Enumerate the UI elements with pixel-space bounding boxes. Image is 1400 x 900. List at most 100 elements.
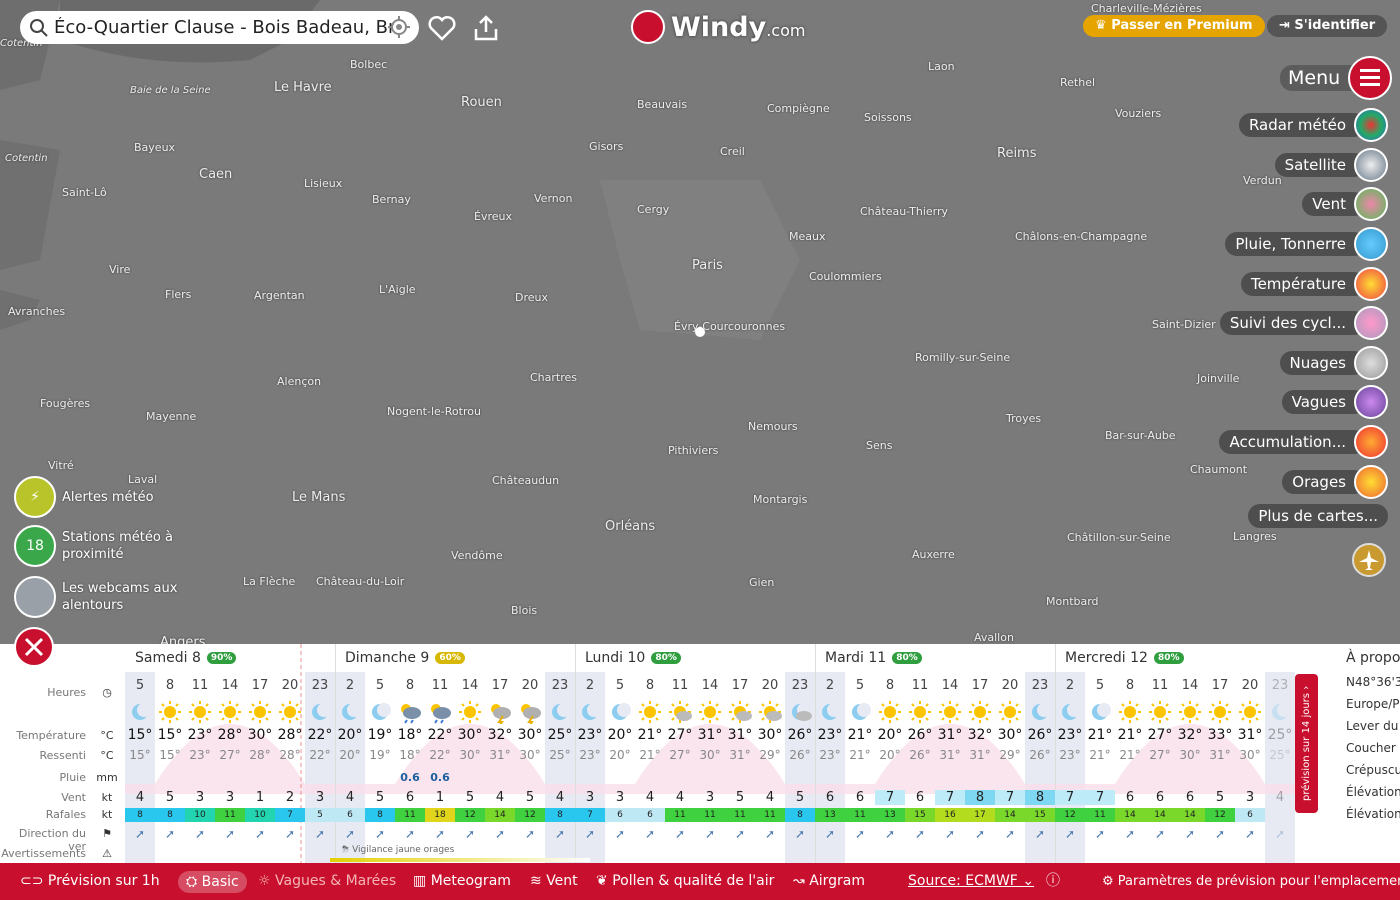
stations-button[interactable]: 18 Stations météo à proximité bbox=[14, 525, 192, 567]
wind-cell: 5 bbox=[795, 790, 805, 805]
weather-map[interactable]: Cotentin Baie de la Seine Le Havre Bolbec Ro… bbox=[0, 0, 1400, 644]
login-button[interactable]: ⇥ S'identifier bbox=[1267, 15, 1388, 37]
forecast-1h-button[interactable]: ⊂⊃ Prévision sur 1h bbox=[20, 863, 160, 900]
settings-button[interactable]: ⚙ Paramètres de prévision pour l'emplace… bbox=[1102, 863, 1400, 900]
weather-sun-icon bbox=[635, 700, 665, 724]
locate-icon[interactable] bbox=[387, 15, 411, 43]
confidence-badge: 60% bbox=[435, 652, 465, 664]
gust-cell: 14 bbox=[485, 808, 515, 822]
wind-direction-arrow-icon: ➚ bbox=[524, 827, 536, 841]
wind-cell: 5 bbox=[1215, 790, 1225, 805]
airgram-tab[interactable]: ↝ Airgram bbox=[793, 863, 865, 900]
info-icon[interactable]: ⓘ bbox=[1046, 863, 1060, 900]
row-label-rain: Pluie bbox=[59, 771, 87, 784]
hour-cell: 17 bbox=[731, 678, 749, 693]
favorite-heart-icon[interactable] bbox=[425, 11, 459, 45]
hour-cell: 2 bbox=[1065, 678, 1075, 693]
wind-direction-arrow-icon: ➚ bbox=[794, 827, 806, 841]
day-header[interactable]: Mercredi 12 80% bbox=[1065, 650, 1184, 666]
waves-layer[interactable]: Vagues bbox=[1281, 384, 1388, 420]
row-label-gusts: Rafales bbox=[45, 808, 86, 821]
temperature-cell: 21° bbox=[637, 727, 663, 743]
more-maps-button[interactable]: Plus de cartes... bbox=[1248, 498, 1388, 534]
accumulation-layer[interactable]: Accumulation... bbox=[1219, 424, 1388, 460]
layer-label: Accumulation... bbox=[1219, 430, 1366, 454]
feels-like-cell: 27° bbox=[219, 748, 241, 762]
cyclone-layer-icon bbox=[1354, 306, 1388, 340]
hour-cell: 8 bbox=[405, 678, 415, 693]
gust-cell: 15 bbox=[1025, 808, 1055, 822]
webcams-button[interactable]: Les webcams aux alentours bbox=[14, 576, 192, 618]
source-select[interactable]: Source: ECMWF ⌄ bbox=[908, 863, 1034, 900]
basic-tab[interactable]: ⛭ Basic bbox=[178, 871, 247, 893]
day-header[interactable]: Lundi 10 80% bbox=[585, 650, 681, 666]
weather-storm-icon bbox=[515, 700, 545, 726]
day-header[interactable]: Dimanche 9 60% bbox=[345, 650, 465, 666]
brand-name: Windy bbox=[671, 11, 767, 43]
wind-direction-arrow-icon: ➚ bbox=[1184, 827, 1196, 841]
temperature-layer[interactable]: Température bbox=[1240, 266, 1388, 302]
gust-cell: 10 bbox=[245, 808, 275, 822]
map-label: Lisieux bbox=[304, 177, 343, 190]
map-label: Bayeux bbox=[134, 141, 176, 154]
meteogram-icon: ▥ bbox=[413, 873, 431, 889]
day-name: Mercredi 12 bbox=[1065, 650, 1148, 666]
wind-tab[interactable]: ≋ Vent bbox=[530, 863, 578, 900]
share-icon[interactable] bbox=[469, 11, 503, 45]
satellite-layer[interactable]: Satellite bbox=[1274, 147, 1388, 183]
hour-cell: 2 bbox=[345, 678, 355, 693]
temperature-cell: 26° bbox=[1027, 727, 1053, 743]
map-label: Bolbec bbox=[350, 58, 388, 71]
radar-layer-icon bbox=[1354, 108, 1388, 142]
premium-button[interactable]: ♛ Passer en Premium bbox=[1083, 15, 1265, 37]
map-label: La Flèche bbox=[243, 575, 296, 588]
location-info-item: Élévation bbox=[1346, 807, 1400, 821]
gust-cell: 13 bbox=[875, 808, 905, 822]
day-header[interactable]: Samedi 8 90% bbox=[135, 650, 237, 666]
hour-cell: 5 bbox=[855, 678, 865, 693]
map-label: Évry-Courcouronnes bbox=[674, 320, 786, 333]
map-label: Coulommiers bbox=[809, 270, 882, 283]
map-label: Châlons-en-Champagne bbox=[1015, 230, 1148, 243]
wind-cell: 5 bbox=[735, 790, 745, 805]
menu-button[interactable]: Menu bbox=[1280, 56, 1393, 100]
location-pin[interactable] bbox=[695, 327, 705, 337]
feels-like-cell: 29° bbox=[759, 748, 781, 762]
search-input[interactable] bbox=[54, 17, 394, 38]
search-bar[interactable] bbox=[20, 11, 419, 44]
wind-direction-arrow-icon: ➚ bbox=[944, 827, 956, 841]
weather-alerts-button[interactable]: ⚡ Alertes météo bbox=[14, 476, 192, 518]
pollen-tab[interactable]: ❦ Pollen & qualité de l'air bbox=[596, 863, 774, 900]
clouds-layer[interactable]: Nuages bbox=[1279, 345, 1388, 381]
wind-cell: 4 bbox=[555, 790, 565, 805]
alert-icon: ⚡ bbox=[14, 476, 56, 518]
temperature-cell: 30° bbox=[757, 727, 783, 743]
rain-thunder-layer[interactable]: Pluie, Tonnerre bbox=[1225, 226, 1388, 262]
gust-cell: 8 bbox=[365, 808, 395, 822]
weather-moon-icon bbox=[575, 700, 605, 724]
map-label: Creil bbox=[720, 145, 745, 158]
temperature-cell: 27° bbox=[667, 727, 693, 743]
temperature-cell: 23° bbox=[1057, 727, 1083, 743]
wind-cell: 1 bbox=[255, 790, 265, 805]
airplane-icon[interactable] bbox=[1352, 543, 1386, 577]
hour-cell: 17 bbox=[491, 678, 509, 693]
cyclone-layer[interactable]: Suivi des cycl... bbox=[1219, 305, 1388, 341]
windy-logo[interactable]: Windy.com bbox=[631, 10, 805, 44]
gust-cell: 14 bbox=[1175, 808, 1205, 822]
feels-like-cell: 25° bbox=[549, 748, 571, 762]
feels-like-cell: 20° bbox=[339, 748, 361, 762]
storms-layer[interactable]: Orages bbox=[1282, 464, 1388, 500]
day-header[interactable]: Mardi 11 80% bbox=[825, 650, 922, 666]
feels-like-cell: 30° bbox=[699, 748, 721, 762]
close-forecast-icon[interactable] bbox=[14, 627, 54, 667]
map-label: Charleville-Mézières bbox=[1091, 2, 1202, 15]
wind-direction-arrow-icon: ➚ bbox=[644, 827, 656, 841]
wind-cell: 4 bbox=[765, 790, 775, 805]
forecast-14days-tab[interactable]: prévision sur 14 jours › bbox=[1295, 674, 1318, 813]
temperature-cell: 28° bbox=[217, 727, 243, 743]
meteogram-tab[interactable]: ▥ Meteogram bbox=[413, 863, 511, 900]
radar-layer[interactable]: Radar météo bbox=[1238, 107, 1388, 143]
waves-tab[interactable]: ☼ Vagues & Marées bbox=[258, 863, 396, 900]
wind-layer[interactable]: Vent bbox=[1302, 186, 1388, 222]
